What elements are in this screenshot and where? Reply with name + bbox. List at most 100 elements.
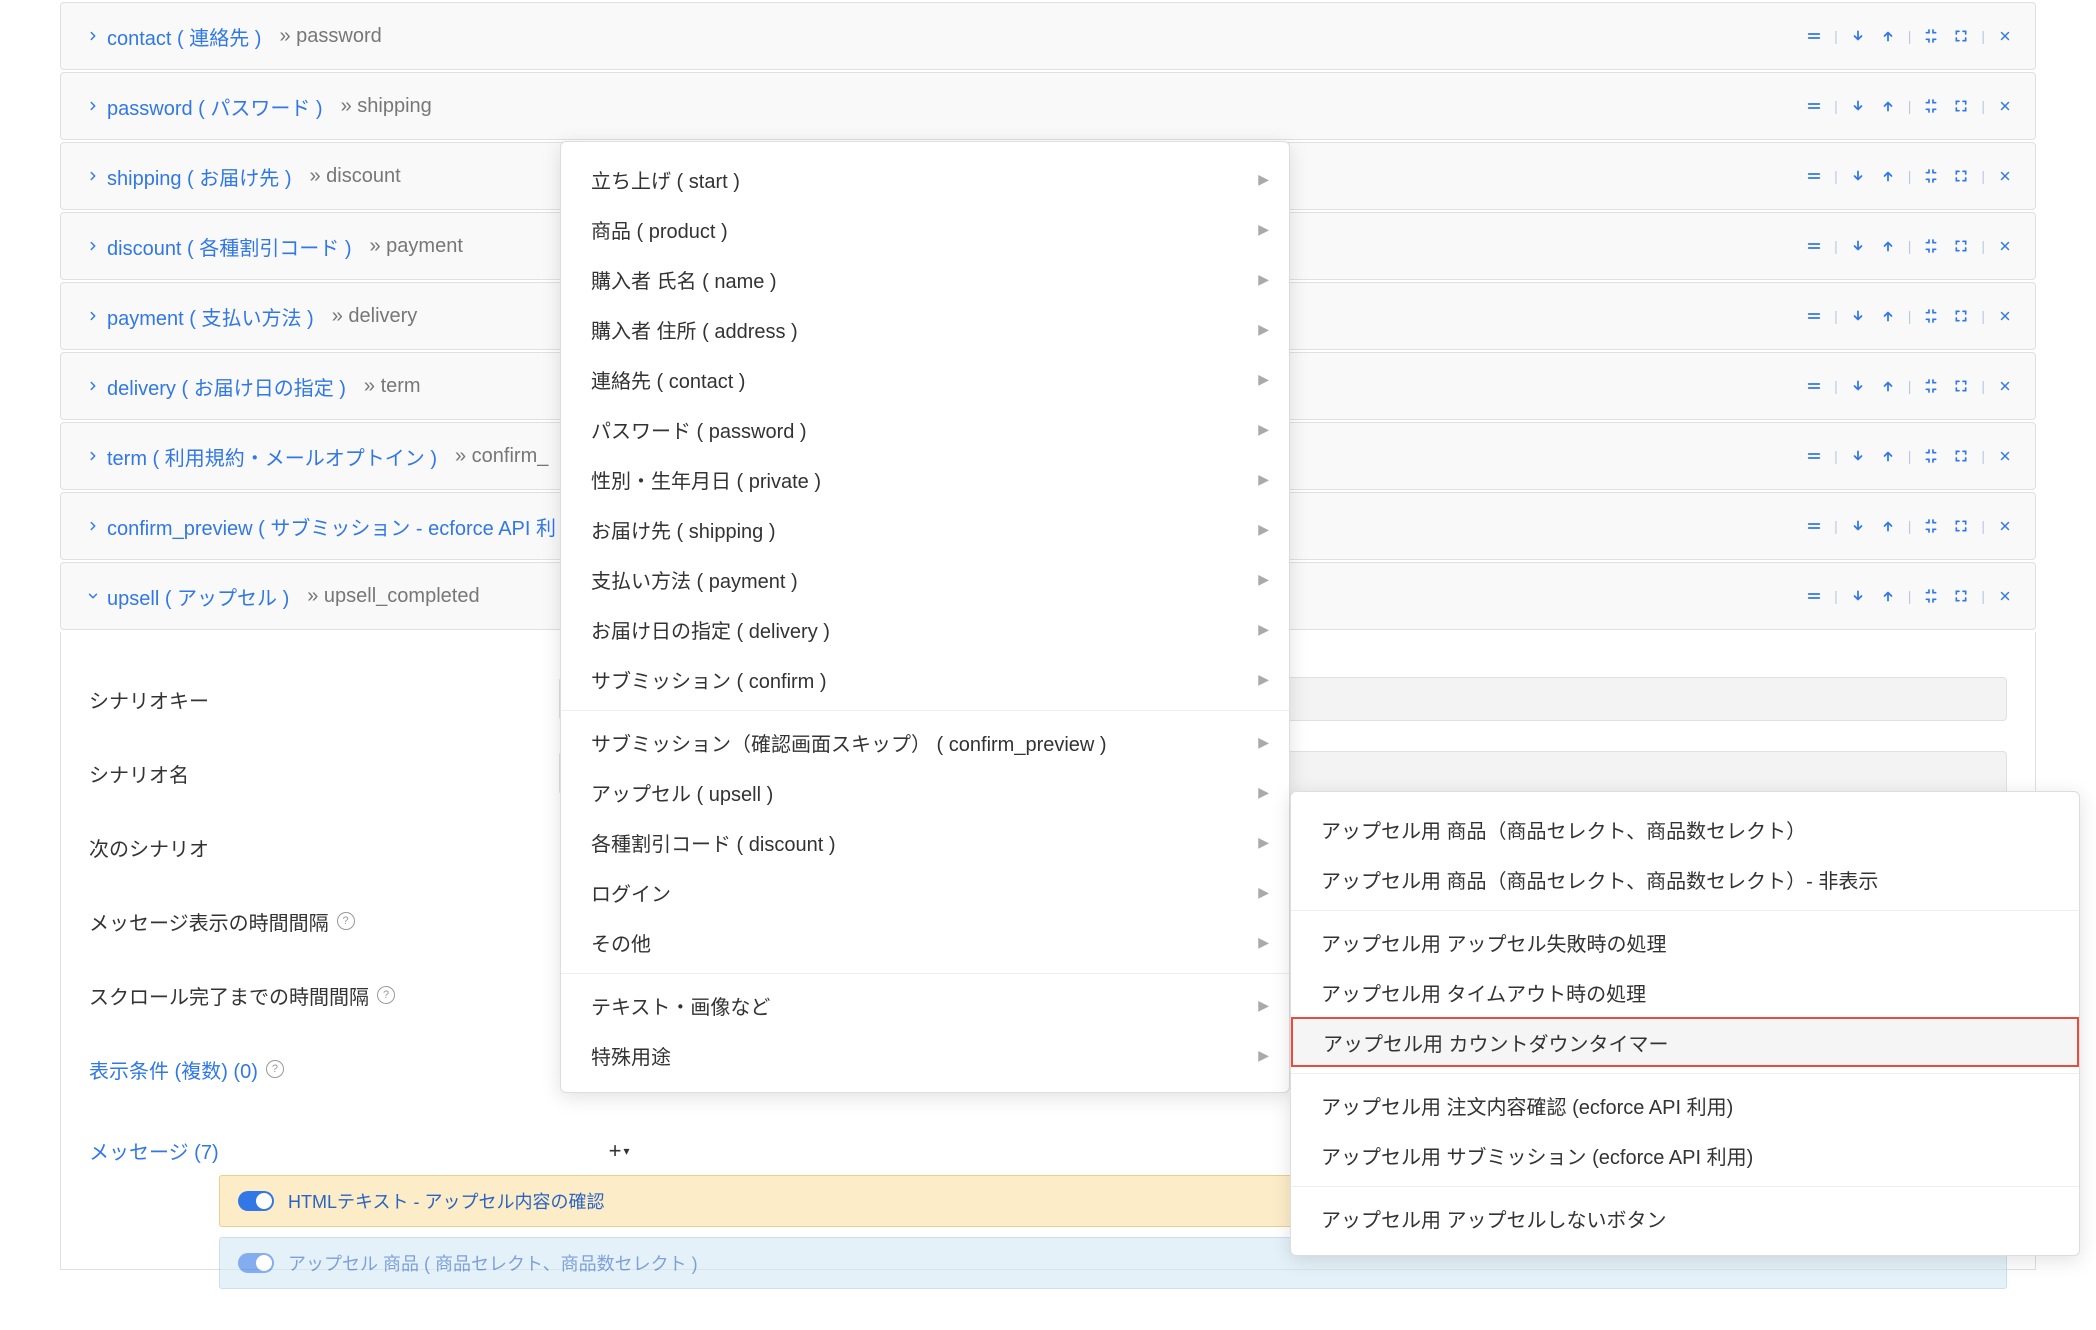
chevron-icon[interactable] [79,309,107,323]
scenario-label[interactable]: shipping ( お届け先 ) [107,162,292,191]
move-down-icon[interactable] [1846,444,1870,468]
move-down-icon[interactable] [1846,24,1870,48]
expand-icon[interactable] [1949,164,1973,188]
expand-icon[interactable] [1949,374,1973,398]
chevron-icon[interactable] [79,379,107,393]
close-icon[interactable] [1993,304,2017,328]
submenu-item[interactable]: アップセル用 サブミッション (ecforce API 利用) [1291,1130,2079,1180]
expand-icon[interactable] [1949,444,1973,468]
collapse-icon[interactable] [1919,374,1943,398]
chevron-icon[interactable] [79,239,107,253]
move-up-icon[interactable] [1876,164,1900,188]
scenario-label[interactable]: delivery ( お届け日の指定 ) [107,372,346,401]
scenario-label[interactable]: confirm_preview ( サブミッション - ecforce API … [107,512,556,541]
scenario-row-contact[interactable]: contact ( 連絡先 ) » password | | | [60,2,2036,70]
expand-icon[interactable] [1949,24,1973,48]
toggle-switch[interactable] [238,1253,274,1273]
drag-handle-icon[interactable] [1802,164,1826,188]
drag-handle-icon[interactable] [1802,234,1826,258]
menu-item[interactable]: テキスト・画像など▶ [561,980,1289,1030]
link-messages[interactable]: メッセージ (7) [89,1136,219,1165]
menu-item[interactable]: サブミッション（確認画面スキップ） ( confirm_preview )▶ [561,717,1289,767]
move-down-icon[interactable] [1846,584,1870,608]
submenu-item[interactable]: アップセル用 商品（商品セレクト、商品数セレクト）- 非表示 [1291,854,2079,904]
move-up-icon[interactable] [1876,374,1900,398]
chevron-icon[interactable] [79,99,107,113]
link-conditions[interactable]: 表示条件 (複数) (0)? [89,1055,559,1084]
menu-item[interactable]: 支払い方法 ( payment )▶ [561,554,1289,604]
close-icon[interactable] [1993,444,2017,468]
collapse-icon[interactable] [1919,304,1943,328]
move-up-icon[interactable] [1876,444,1900,468]
close-icon[interactable] [1993,164,2017,188]
drag-handle-icon[interactable] [1802,24,1826,48]
drag-handle-icon[interactable] [1802,304,1826,328]
collapse-icon[interactable] [1919,584,1943,608]
add-message-button[interactable]: + [609,1138,622,1164]
expand-icon[interactable] [1949,584,1973,608]
move-up-icon[interactable] [1876,94,1900,118]
caret-down-icon[interactable]: ▾ [623,1144,629,1158]
menu-item[interactable]: 購入者 住所 ( address )▶ [561,304,1289,354]
collapse-icon[interactable] [1919,234,1943,258]
drag-handle-icon[interactable] [1802,584,1826,608]
collapse-icon[interactable] [1919,514,1943,538]
menu-item[interactable]: パスワード ( password )▶ [561,404,1289,454]
scenario-label[interactable]: contact ( 連絡先 ) [107,22,261,51]
expand-icon[interactable] [1949,304,1973,328]
drag-handle-icon[interactable] [1802,374,1826,398]
close-icon[interactable] [1993,24,2017,48]
submenu-item[interactable]: アップセル用 注文内容確認 (ecforce API 利用) [1291,1080,2079,1130]
menu-item[interactable]: 各種割引コード ( discount )▶ [561,817,1289,867]
scenario-label[interactable]: upsell ( アップセル ) [107,582,289,611]
move-up-icon[interactable] [1876,234,1900,258]
submenu-item[interactable]: アップセル用 アップセルしないボタン [1291,1193,2079,1243]
close-icon[interactable] [1993,94,2017,118]
scenario-label[interactable]: term ( 利用規約・メールオプトイン ) [107,442,437,471]
submenu-item[interactable]: アップセル用 アップセル失敗時の処理 [1291,917,2079,967]
drag-handle-icon[interactable] [1802,444,1826,468]
chevron-icon[interactable] [79,169,107,183]
scenario-label[interactable]: password ( パスワード ) [107,92,323,121]
expand-icon[interactable] [1949,94,1973,118]
expand-icon[interactable] [1949,234,1973,258]
drag-handle-icon[interactable] [1802,514,1826,538]
scenario-label[interactable]: discount ( 各種割引コード ) [107,232,351,261]
close-icon[interactable] [1993,234,2017,258]
menu-item[interactable]: 連絡先 ( contact )▶ [561,354,1289,404]
collapse-icon[interactable] [1919,24,1943,48]
menu-item[interactable]: お届け日の指定 ( delivery )▶ [561,604,1289,654]
menu-item[interactable]: サブミッション ( confirm )▶ [561,654,1289,704]
move-down-icon[interactable] [1846,374,1870,398]
chevron-icon[interactable] [79,29,107,43]
collapse-icon[interactable] [1919,94,1943,118]
menu-item[interactable]: 性別・生年月日 ( private )▶ [561,454,1289,504]
scenario-row-password[interactable]: password ( パスワード ) » shipping | | | [60,72,2036,140]
menu-item[interactable]: アップセル ( upsell )▶ [561,767,1289,817]
move-down-icon[interactable] [1846,234,1870,258]
submenu-item[interactable]: アップセル用 タイムアウト時の処理 [1291,967,2079,1017]
submenu-item[interactable]: アップセル用 カウントダウンタイマー [1291,1017,2079,1067]
help-icon[interactable]: ? [266,1060,284,1078]
collapse-icon[interactable] [1919,444,1943,468]
toggle-switch[interactable] [238,1191,274,1211]
chevron-icon[interactable] [79,449,107,463]
chevron-icon[interactable] [79,519,107,533]
close-icon[interactable] [1993,514,2017,538]
help-icon[interactable]: ? [377,986,395,1004]
submenu-item[interactable]: アップセル用 商品（商品セレクト、商品数セレクト） [1291,804,2079,854]
menu-item[interactable]: 立ち上げ ( start )▶ [561,154,1289,204]
move-down-icon[interactable] [1846,304,1870,328]
menu-item[interactable]: 特殊用途▶ [561,1030,1289,1080]
move-up-icon[interactable] [1876,584,1900,608]
close-icon[interactable] [1993,374,2017,398]
move-down-icon[interactable] [1846,164,1870,188]
expand-icon[interactable] [1949,514,1973,538]
help-icon[interactable]: ? [337,912,355,930]
menu-item[interactable]: ログイン▶ [561,867,1289,917]
move-up-icon[interactable] [1876,304,1900,328]
menu-item[interactable]: 商品 ( product )▶ [561,204,1289,254]
menu-item[interactable]: その他▶ [561,917,1289,967]
move-up-icon[interactable] [1876,514,1900,538]
move-up-icon[interactable] [1876,24,1900,48]
